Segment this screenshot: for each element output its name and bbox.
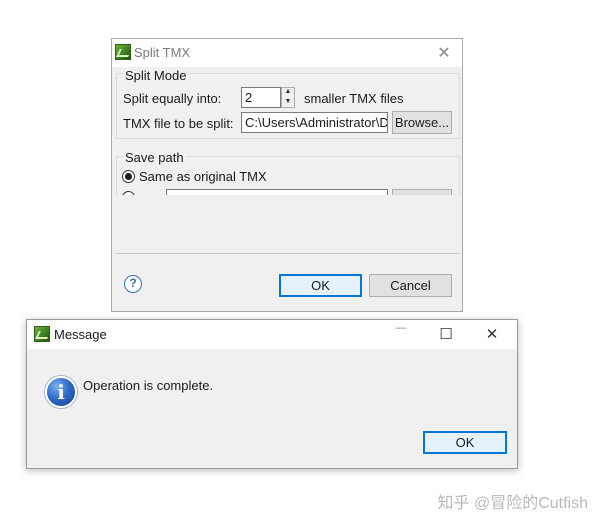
split-tmx-dialog: Split TMX ✕ Split Mode Split equally int… (111, 38, 463, 312)
custom-path-row-clipped (116, 189, 460, 195)
help-icon[interactable]: ? (124, 275, 142, 293)
message-dialog: Message — ☐ ✕ i Operation is complete. O… (26, 319, 518, 469)
custom-browse-button[interactable] (392, 189, 452, 195)
same-as-original-radio[interactable] (122, 170, 135, 183)
info-icon: i (45, 376, 77, 408)
message-title: Message (54, 327, 107, 342)
close-icon[interactable]: ✕ (482, 325, 502, 343)
spin-down-icon[interactable]: ▼ (282, 98, 294, 108)
split-count-spinner[interactable]: ▲ ▼ (281, 87, 295, 108)
message-ok-button[interactable]: OK (423, 431, 507, 454)
custom-path-input[interactable] (166, 189, 388, 195)
save-path-label: Save path (123, 150, 186, 165)
split-count-input[interactable]: 2 (241, 87, 281, 108)
message-text: Operation is complete. (83, 378, 214, 393)
same-as-original-label: Same as original TMX (139, 169, 267, 184)
tmx-file-label: TMX file to be split: (123, 116, 234, 131)
close-icon[interactable]: ✕ (434, 43, 454, 63)
spin-up-icon[interactable]: ▲ (282, 88, 294, 98)
split-equally-label: Split equally into: (123, 91, 222, 106)
ok-button[interactable]: OK (279, 274, 362, 297)
split-tmx-titlebar[interactable]: Split TMX ✕ (112, 39, 462, 67)
split-mode-label: Split Mode (123, 68, 189, 83)
browse-button[interactable]: Browse... (392, 111, 452, 134)
tmx-file-input[interactable]: C:\Users\Administrator\Desktop (241, 112, 388, 133)
message-titlebar[interactable]: Message — ☐ ✕ (27, 320, 517, 349)
button-separator (116, 253, 460, 254)
app-icon (115, 44, 131, 60)
custom-path-radio[interactable] (122, 191, 135, 195)
cancel-button[interactable]: Cancel (369, 274, 452, 297)
files-suffix-label: smaller TMX files (304, 91, 404, 106)
maximize-icon[interactable]: ☐ (436, 325, 456, 343)
app-icon (34, 326, 50, 342)
minimize-icon[interactable]: — (391, 322, 411, 334)
dialog-title: Split TMX (134, 45, 191, 60)
watermark: 知乎 @冒险的Cutfish (437, 495, 589, 512)
